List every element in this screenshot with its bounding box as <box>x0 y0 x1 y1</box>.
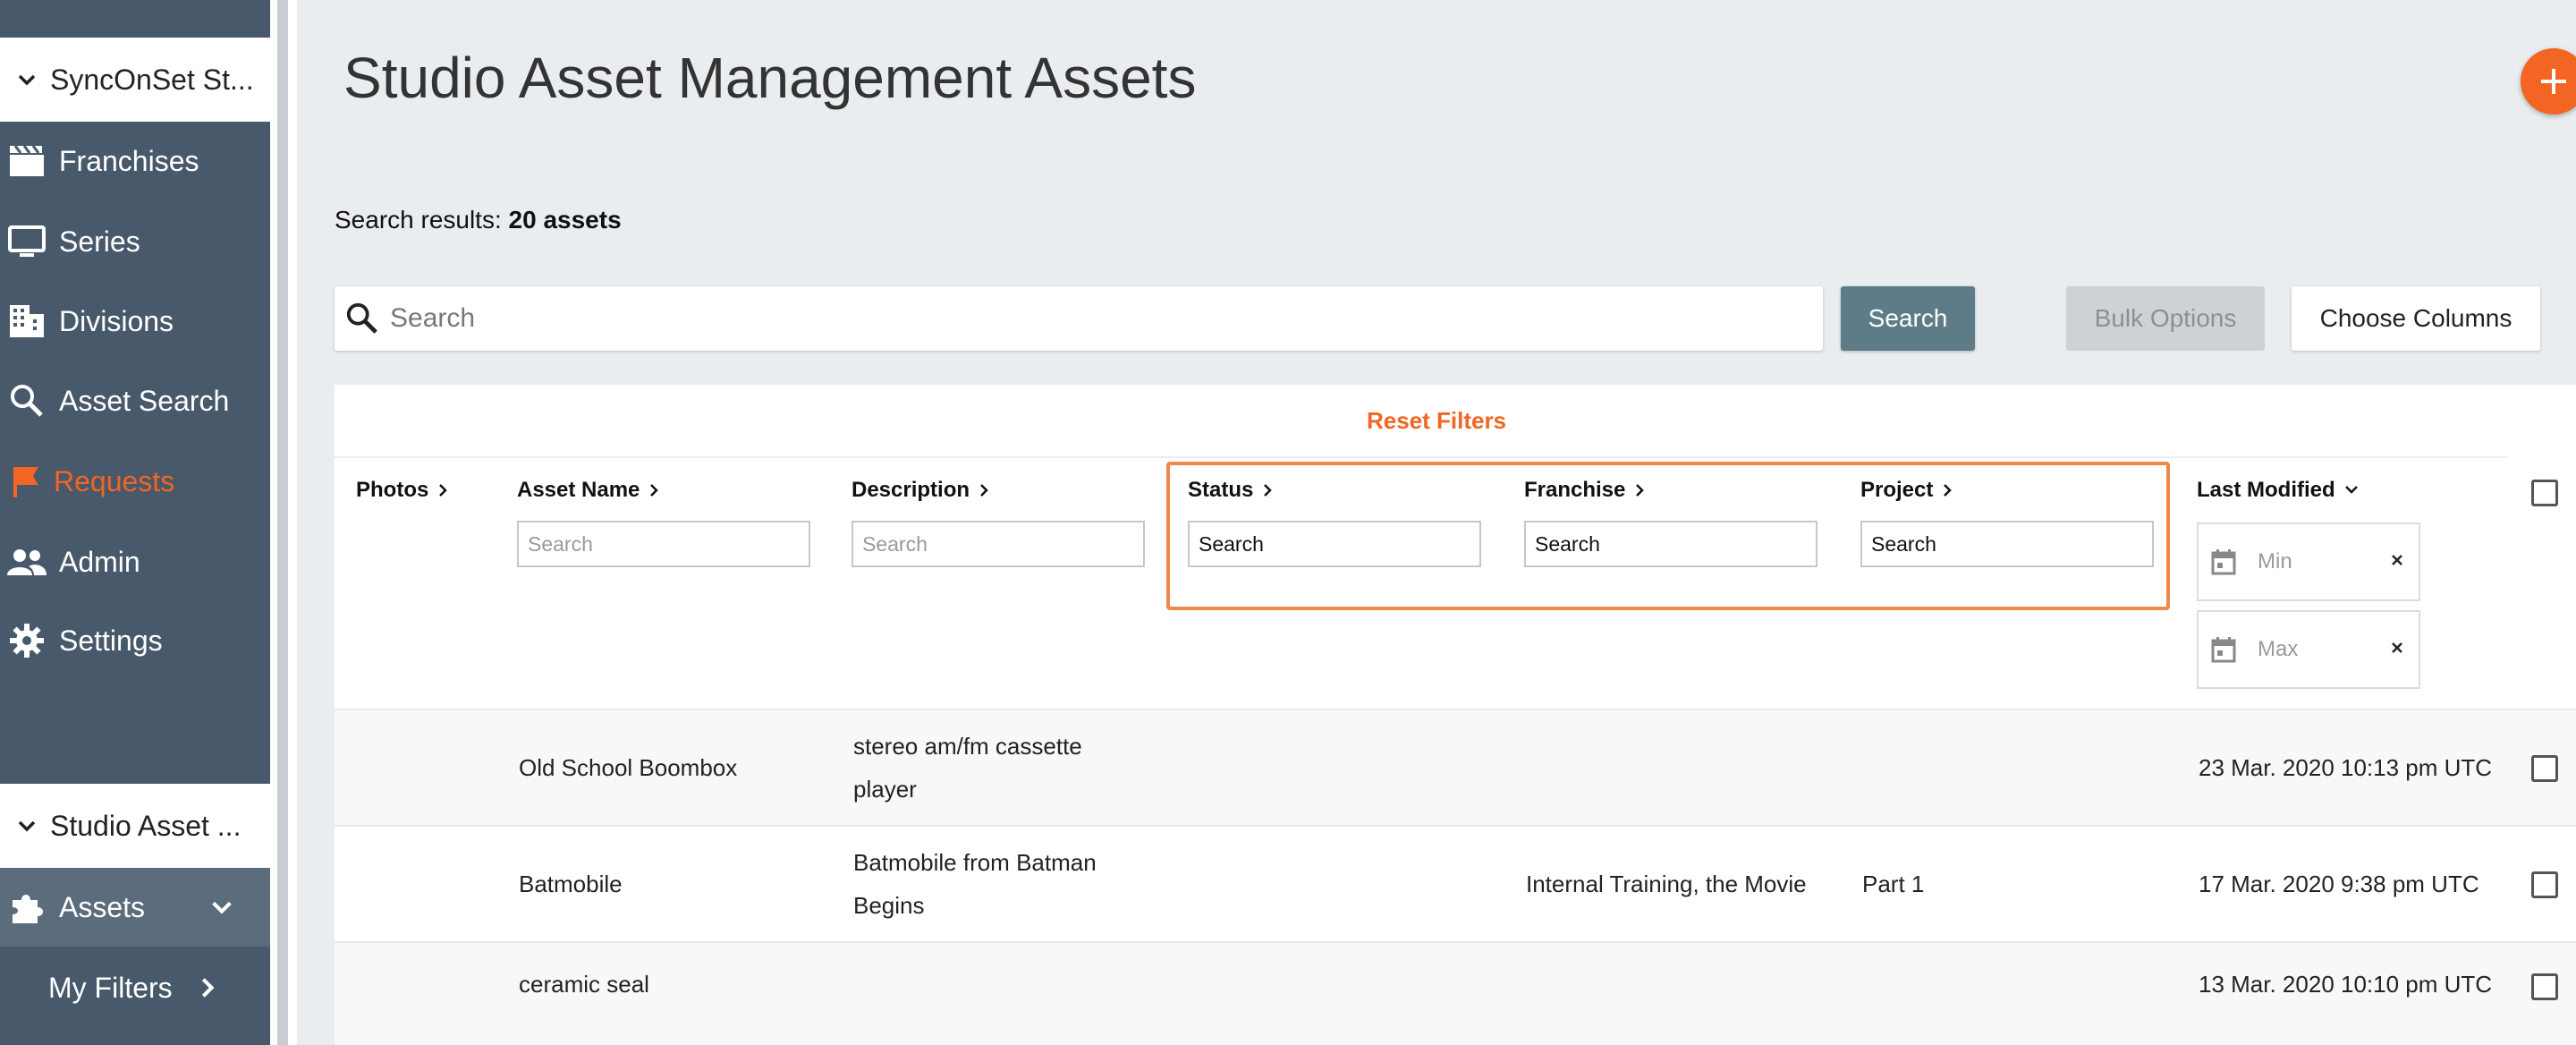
sidebar-item-label: Asset Search <box>59 384 230 417</box>
assets-table: Reset Filters Photos Asset Name Descript… <box>335 385 2576 1045</box>
app-selector[interactable]: Studio Asset ... <box>0 784 270 868</box>
description-cell-line1: Batmobile from Batman <box>853 849 1097 876</box>
reset-filters-link[interactable]: Reset Filters <box>335 385 2538 456</box>
reset-filters-label: Reset Filters <box>1366 406 1507 434</box>
search-icon <box>7 381 47 421</box>
sidebar-item-label: Requests <box>54 464 175 497</box>
org-selector-label: SyncOnSet St... <box>50 63 254 96</box>
select-all-checkbox[interactable] <box>2531 480 2558 506</box>
last-modified-cell: 17 Mar. 2020 9:38 pm UTC <box>2199 871 2479 897</box>
sidebar-divider[interactable] <box>270 0 297 1045</box>
org-selector[interactable]: SyncOnSet St... <box>0 38 270 122</box>
add-asset-button[interactable] <box>2521 48 2576 115</box>
last-modified-cell: 13 Mar. 2020 10:10 pm UTC <box>2199 971 2493 998</box>
date-max-field[interactable]: Max <box>2197 610 2420 689</box>
sidebar-item-label: Admin <box>59 545 140 578</box>
row-checkbox[interactable] <box>2531 871 2558 898</box>
sidebar: SyncOnSet St... Franchises Series Divisi… <box>0 0 270 1045</box>
sidebar-item-settings[interactable]: Settings <box>0 605 270 676</box>
column-header-label: Last Modified <box>2197 478 2335 502</box>
last-modified-cell: 23 Mar. 2020 10:13 pm UTC <box>2199 754 2493 781</box>
building-icon <box>7 302 47 341</box>
sidebar-item-label: Settings <box>59 624 163 657</box>
sidebar-item-label: Assets <box>59 890 146 923</box>
filter-highlight-box <box>1166 462 2170 610</box>
sidebar-item-label: Divisions <box>59 304 174 337</box>
description-cell-line1: stereo am/fm cassette <box>853 733 1082 760</box>
search-button[interactable]: Search <box>1841 286 1975 351</box>
sidebar-item-label: My Filters <box>48 971 173 1004</box>
header-divider <box>335 456 2508 458</box>
search-input[interactable] <box>390 303 1803 334</box>
chevron-right-icon <box>650 484 659 497</box>
chevron-right-icon <box>439 484 448 497</box>
chevron-down-icon <box>212 901 232 914</box>
sidebar-item-admin[interactable]: Admin <box>0 526 270 598</box>
column-header-last-modified[interactable]: Last Modified <box>2197 478 2360 503</box>
table-row[interactable]: ceramic seal 13 Mar. 2020 10:10 pm UTC <box>335 943 2576 1045</box>
app-selector-label: Studio Asset ... <box>50 809 242 842</box>
monitor-icon <box>7 222 47 261</box>
results-prefix: Search results: <box>335 206 502 234</box>
sidebar-item-franchises[interactable]: Franchises <box>0 125 270 197</box>
search-results-summary: Search results: 20 assets <box>335 206 622 234</box>
search-icon <box>346 302 377 334</box>
clapperboard-icon <box>7 141 47 181</box>
plus-icon <box>2541 69 2566 94</box>
chevron-right-icon <box>980 484 988 497</box>
sidebar-item-divisions[interactable]: Divisions <box>0 285 270 357</box>
calendar-icon <box>2211 637 2236 663</box>
date-min-field[interactable]: Min <box>2197 522 2420 601</box>
choose-columns-button[interactable]: Choose Columns <box>2292 286 2540 351</box>
table-row[interactable]: Old School Boombox stereo am/fm cassette… <box>335 710 2576 825</box>
description-filter-input[interactable] <box>852 521 1145 567</box>
sidebar-item-my-filters[interactable]: My Filters <box>0 948 270 1027</box>
table-row[interactable]: Batmobile Batmobile from Batman Begins I… <box>335 827 2576 941</box>
chevron-down-icon <box>2344 486 2358 494</box>
asset-name-cell[interactable]: Batmobile <box>519 862 623 905</box>
sidebar-item-series[interactable]: Series <box>0 206 270 277</box>
column-header-label: Photos <box>356 478 429 502</box>
gear-icon <box>7 621 47 660</box>
asset-name-cell[interactable]: Old School Boombox <box>519 746 737 789</box>
franchise-cell: Internal Training, the Movie <box>1526 871 1807 897</box>
description-cell-line2: player <box>853 776 917 803</box>
sidebar-top-strip <box>0 0 270 38</box>
column-header-label: Description <box>852 478 970 502</box>
chevron-right-icon <box>201 978 215 998</box>
column-header-description[interactable]: Description <box>852 478 991 503</box>
people-icon <box>7 542 47 582</box>
row-checkbox[interactable] <box>2531 973 2558 1000</box>
asset-name-filter-input[interactable] <box>517 521 810 567</box>
date-max-placeholder: Max <box>2258 637 2299 661</box>
page-title: Studio Asset Management Assets <box>343 46 1197 110</box>
clear-icon[interactable] <box>2388 639 2406 657</box>
calendar-icon <box>2211 549 2236 575</box>
sidebar-item-asset-search[interactable]: Asset Search <box>0 365 270 437</box>
puzzle-icon <box>7 888 47 927</box>
sidebar-item-label: Series <box>59 225 140 258</box>
chevron-down-icon <box>18 820 36 832</box>
description-cell-line2: Begins <box>853 892 925 919</box>
results-count: 20 assets <box>508 206 622 234</box>
clear-icon[interactable] <box>2388 551 2406 569</box>
asset-search-box[interactable] <box>335 286 1823 351</box>
sidebar-item-label: Franchises <box>59 144 199 177</box>
row-checkbox[interactable] <box>2531 755 2558 782</box>
column-header-asset-name[interactable]: Asset Name <box>517 478 661 503</box>
column-header-label: Asset Name <box>517 478 640 502</box>
chevron-down-icon <box>18 74 36 86</box>
column-header-photos[interactable]: Photos <box>356 478 450 503</box>
sidebar-item-requests[interactable]: Requests <box>0 446 270 517</box>
sidebar-item-assets[interactable]: Assets <box>0 868 270 947</box>
bulk-options-button[interactable]: Bulk Options <box>2066 286 2265 351</box>
date-min-placeholder: Min <box>2258 549 2292 573</box>
project-cell: Part 1 <box>1862 871 1925 897</box>
asset-name-cell[interactable]: ceramic seal <box>519 963 649 1006</box>
main-content: Studio Asset Management Assets Search re… <box>297 0 2576 1045</box>
flag-icon <box>7 462 47 501</box>
